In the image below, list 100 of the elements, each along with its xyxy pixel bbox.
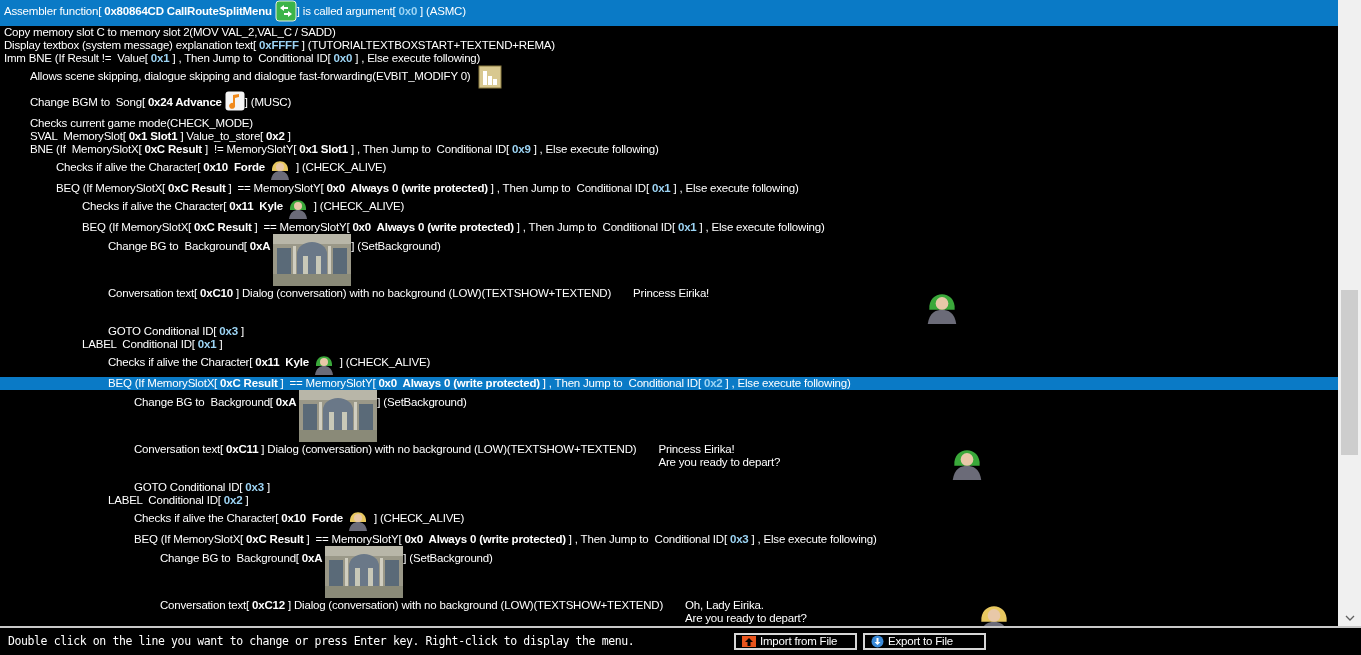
- parameter-value: 0x2: [222, 494, 244, 507]
- command-text: BEQ (If MemorySlotX[: [108, 377, 218, 390]
- parameter-value: 0x24 Advance: [146, 96, 223, 109]
- command-text: Conversation text[: [108, 287, 198, 300]
- command-text: ] , Else execute following): [699, 221, 825, 234]
- command-text: ]: [240, 325, 244, 338]
- parameter-value: 0x0: [397, 5, 419, 18]
- parameter-value: 0xC Result: [167, 182, 227, 195]
- command-text: LABEL Conditional ID[: [108, 494, 221, 507]
- command-text: Checks if alive the Character[: [56, 161, 201, 174]
- command-text: BEQ (If MemorySlotX[: [82, 221, 192, 234]
- command-text: Copy memory slot C to memory slot 2(MOV VAL_2,VAL_C / SADD): [4, 26, 336, 39]
- command-text: ] is called argument[: [296, 5, 396, 18]
- parameter-value: 0x80864CD CallRouteSplitMenu: [103, 5, 273, 18]
- command-text: Display textbox (system message) explanation text[: [4, 39, 257, 52]
- parameter-value: 0x3: [728, 533, 750, 546]
- command-text: ] (TUTORIALTEXTBOXSTART+TEXTEND+REMA): [301, 39, 555, 52]
- parameter-value: 0xFFFF: [258, 39, 300, 52]
- command-text: ] , Else execute following): [673, 182, 799, 195]
- command-text: Change BG to Background[: [108, 240, 247, 253]
- parameter-value: 0x0: [332, 52, 354, 65]
- command-text: ] , Else execute following): [751, 533, 877, 546]
- command-text: ] (SetBackground): [351, 240, 441, 253]
- command-text: ] (CHECK_ALIVE): [313, 200, 405, 213]
- command-text: ] == MemorySlotY[: [228, 182, 324, 195]
- arrows-icon: [274, 0, 297, 22]
- command-text: ] == MemorySlotY[: [306, 533, 402, 546]
- parameter-value: 0xA: [248, 240, 272, 253]
- command-text: ] Dialog (conversation) with no background (LOW)(TEXTSHOW+TEXTEND): [236, 287, 612, 300]
- parameter-value: 0xC11: [225, 443, 260, 456]
- command-text: Checks if alive the Character[: [82, 200, 227, 213]
- export-button[interactable]: Export to File: [863, 633, 986, 650]
- parameter-value: 0x0 Always 0 (write protected): [403, 533, 567, 546]
- command-text: ] Dialog (conversation) with no background (LOW)(TEXTSHOW+TEXTEND): [261, 443, 637, 456]
- parameter-value: 0x2: [265, 130, 286, 143]
- chevron-down-icon[interactable]: [1344, 614, 1355, 622]
- parameter-value: 0x2: [702, 377, 724, 390]
- command-text: ] , Then Jump to Conditional ID[: [516, 221, 675, 234]
- command-text: Conversation text[: [134, 443, 224, 456]
- command-text: ] != MemorySlotY[: [204, 143, 297, 156]
- scrollbar[interactable]: [1338, 0, 1361, 626]
- dialog-text: Princess Eirika!: [633, 287, 711, 300]
- parameter-value: 0xC12: [251, 599, 286, 612]
- parameter-value: 0x1 Slot1: [127, 130, 179, 143]
- command-text: ] , Then Jump to Conditional ID[: [350, 143, 510, 156]
- command-text: ] , Else execute following): [355, 52, 481, 65]
- command-text: Change BGM to Song[: [30, 96, 145, 109]
- command-text: ] (SetBackground): [377, 396, 467, 409]
- parameter-value: 0xC Result: [143, 143, 203, 156]
- command-text: ]: [266, 481, 270, 494]
- command-text: ] , Then Jump to Conditional ID[: [490, 182, 649, 195]
- status-hint: Double click on the line you want to change or press Enter key. Right-click to display the menu.: [8, 632, 636, 650]
- command-text: ] , Then Jump to Conditional ID[: [172, 52, 331, 65]
- parameter-value: 0x9: [511, 143, 532, 156]
- parameter-value: 0xC10: [199, 287, 234, 300]
- command-text: ] (CHECK_ALIVE): [373, 512, 465, 525]
- dialog-text: Princess Eirika!: [658, 443, 736, 456]
- command-text: ] Dialog (conversation) with no background (LOW)(TEXTSHOW+TEXTEND): [288, 599, 664, 612]
- parameter-value: 0x1 Slot1: [298, 143, 349, 156]
- parameter-value: 0xC Result: [245, 533, 305, 546]
- parameter-value: 0xC Result: [219, 377, 279, 390]
- upload-icon: [742, 636, 756, 647]
- command-text: SVAL MemorySlot[: [30, 130, 126, 143]
- parameter-value: 0x11 Kyle: [228, 200, 284, 213]
- parameter-value: 0xC Result: [193, 221, 253, 234]
- command-text: Allows scene skipping, dialogue skipping and dialogue fast-forwarding(EVBIT_MODIFY 0): [30, 70, 471, 83]
- import-button[interactable]: Import from File: [734, 633, 857, 650]
- parameter-value: 0x3: [218, 325, 239, 338]
- parameter-value: 0x1: [676, 221, 698, 234]
- command-text: ] (MUSC): [244, 96, 292, 109]
- parameter-value: 0x10 Forde: [280, 512, 344, 525]
- command-text: Conversation text[: [160, 599, 250, 612]
- parameter-value: 0x1: [149, 52, 171, 65]
- command-text: Change BG to Background[: [134, 396, 273, 409]
- command-text: ] (ASMC): [420, 5, 466, 18]
- music-note-icon: [224, 91, 245, 111]
- command-text: ]: [245, 494, 249, 507]
- parameter-value: 0x0 Always 0 (write protected): [325, 182, 489, 195]
- dialog-text: Are you ready to depart?: [658, 456, 782, 469]
- command-text: LABEL Conditional ID[: [82, 338, 195, 351]
- command-text: ] , Then Jump to Conditional ID[: [568, 533, 727, 546]
- command-text: GOTO Conditional ID[: [108, 325, 217, 338]
- command-text: ] == MemorySlotY[: [280, 377, 376, 390]
- parameter-value: 0x0 Always 0 (write protected): [351, 221, 515, 234]
- command-text: ] (CHECK_ALIVE): [295, 161, 387, 174]
- parameter-value: 0x0 Always 0 (write protected): [377, 377, 541, 390]
- command-text: BEQ (If MemorySlotX[: [56, 182, 166, 195]
- command-text: Checks current game mode(CHECK_MODE): [30, 117, 253, 130]
- scrollbar-thumb[interactable]: [1341, 290, 1358, 455]
- command-text: Checks if alive the Character[: [134, 512, 279, 525]
- command-text: Change BG to Background[: [160, 552, 299, 565]
- command-text: ]: [219, 338, 223, 351]
- command-text: ] , Else execute following): [533, 143, 659, 156]
- parameter-value: 0x1: [650, 182, 672, 195]
- command-text: BEQ (If MemorySlotX[: [134, 533, 244, 546]
- command-text: ] Value_to_store[: [180, 130, 264, 143]
- dialog-text: Oh, Lady Eirika.: [685, 599, 765, 612]
- command-text: ]: [287, 130, 291, 143]
- command-text: ] , Then Jump to Conditional ID[: [542, 377, 701, 390]
- parameter-value: 0xA: [274, 396, 298, 409]
